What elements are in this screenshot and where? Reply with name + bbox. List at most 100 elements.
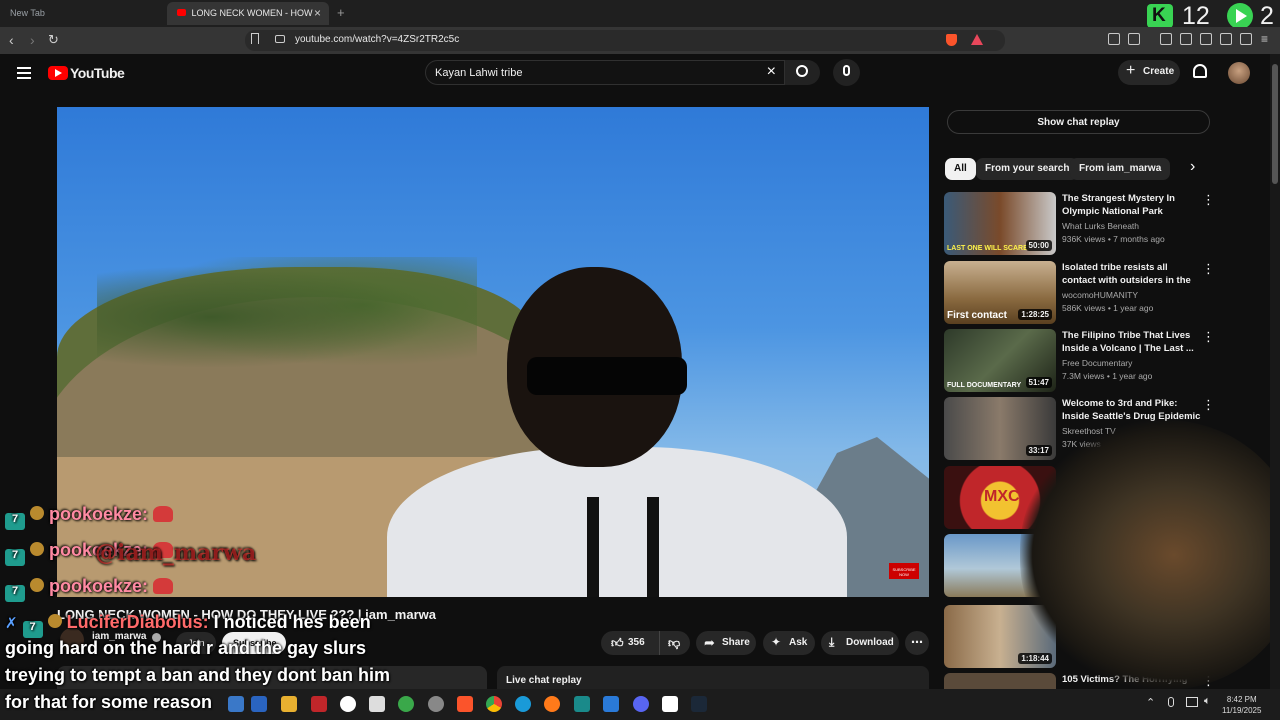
thumbnail-caption: First contact: [947, 310, 1008, 321]
app-icon[interactable]: [251, 696, 267, 712]
chevron-up-icon[interactable]: ⌃: [1146, 696, 1155, 709]
show-chat-replay-button[interactable]: Show chat replay: [947, 110, 1210, 134]
thumbs-down-icon: 👎︎: [668, 636, 681, 650]
url-field[interactable]: youtube.com/watch?v=4ZSr2TR2c5c: [245, 30, 1005, 51]
more-vert-icon[interactable]: ⋮: [1202, 329, 1215, 345]
sub-badge-icon: [30, 506, 45, 520]
share-button[interactable]: ➦ Share: [696, 631, 756, 655]
app-icon[interactable]: [228, 696, 244, 712]
like-button[interactable]: 👍︎ 356: [601, 631, 657, 655]
like-dislike-group: 👍︎ 356 👎︎: [601, 631, 690, 655]
mic-tray-icon[interactable]: [1168, 697, 1174, 707]
file-explorer-icon[interactable]: [281, 696, 297, 712]
edge-icon[interactable]: [515, 696, 531, 712]
extension-icon[interactable]: [1128, 33, 1140, 45]
strap: [587, 497, 599, 597]
video-player[interactable]: SUBSCRIBE NOW: [57, 107, 929, 597]
app-icon[interactable]: [369, 696, 385, 712]
new-tab-icon[interactable]: +: [337, 5, 345, 20]
youtube-wordmark[interactable]: YouTube: [70, 65, 125, 81]
leo-icon[interactable]: [1220, 33, 1232, 45]
thumbnail: FULL DOCUMENTARY 51:47: [944, 329, 1056, 392]
extension-icon[interactable]: [1108, 33, 1120, 45]
chrome-icon[interactable]: [486, 696, 502, 712]
ask-button[interactable]: ✦ Ask: [763, 631, 815, 655]
sub-badge-icon: [30, 542, 45, 556]
chat-message: 7 pookoekze:: [5, 504, 174, 530]
rewards-icon[interactable]: [971, 34, 983, 45]
rec-channel: What Lurks Beneath: [1062, 221, 1140, 231]
download-button[interactable]: ⤓ Download: [821, 631, 899, 655]
plus-icon: +: [1126, 62, 1136, 79]
chip-next-icon[interactable]: ›: [1190, 158, 1195, 176]
avatar[interactable]: [1228, 62, 1250, 84]
thumbnail: First contact 1:28:25: [944, 261, 1056, 324]
tab-new[interactable]: New Tab: [0, 2, 165, 25]
app-icon[interactable]: [662, 696, 678, 712]
tab-youtube[interactable]: LONG NECK WOMEN - HOW ×: [167, 2, 329, 25]
vpn-icon[interactable]: [1240, 33, 1252, 45]
back-icon[interactable]: ‹: [9, 32, 14, 48]
rec-title: Welcome to 3rd and Pike: Inside Seattle'…: [1062, 398, 1201, 422]
steam-icon[interactable]: [691, 696, 707, 712]
recommendation-item[interactable]: LAST ONE WILL SCARE 50:00 The Strangest …: [944, 192, 1215, 256]
taskbar-clock[interactable]: 8:42 PM 11/19/2025: [1222, 694, 1261, 716]
close-tab-icon[interactable]: ×: [314, 6, 321, 20]
chip-all[interactable]: All: [945, 158, 976, 180]
menu-icon[interactable]: [17, 67, 31, 79]
app-icon[interactable]: [340, 696, 356, 712]
page-scrollbar[interactable]: [1270, 54, 1280, 689]
more-vert-icon[interactable]: ⋮: [1202, 397, 1215, 413]
brave-icon[interactable]: [457, 696, 473, 712]
network-icon[interactable]: [1186, 697, 1198, 707]
sidebar-icon[interactable]: [1180, 33, 1192, 45]
share-icon: ➦: [704, 635, 715, 650]
bell-icon[interactable]: [1193, 64, 1207, 78]
app-icon[interactable]: [398, 696, 414, 712]
bookmark-icon[interactable]: [251, 33, 259, 44]
more-vert-icon[interactable]: ⋮: [1202, 261, 1215, 277]
chat-text: for that for some reason: [5, 692, 213, 712]
search-button[interactable]: [785, 60, 820, 85]
brave-shield-icon[interactable]: [946, 34, 957, 46]
reload-icon[interactable]: ↻: [48, 32, 59, 48]
chat-message: ✗ 7 LuciferDiabolus: I noticed hes been: [5, 612, 371, 638]
scrollbar-thumb[interactable]: [1272, 64, 1278, 184]
menu-icon[interactable]: ≡: [1261, 32, 1268, 46]
create-button[interactable]: + Create: [1118, 60, 1180, 85]
subscribe-overlay[interactable]: SUBSCRIBE NOW: [889, 563, 919, 579]
recommendation-item[interactable]: First contact 1:28:25 Isolated tribe res…: [944, 261, 1215, 325]
app-icon[interactable]: [311, 696, 327, 712]
recommendation-item[interactable]: FULL DOCUMENTARY 51:47 The Filipino Trib…: [944, 329, 1215, 393]
forward-icon[interactable]: ›: [30, 32, 35, 48]
counter-right: 2: [1260, 2, 1274, 30]
app-icon[interactable]: [574, 696, 590, 712]
chat-text: I noticed hes been: [213, 612, 371, 632]
music-icon[interactable]: [1160, 33, 1172, 45]
app-icon[interactable]: [428, 696, 444, 712]
chip-from-channel[interactable]: From iam_marwa: [1070, 158, 1171, 180]
chat-text: going hard on the hard r and the gay slu…: [5, 638, 367, 658]
chat-username: pookoekze:: [49, 576, 149, 596]
more-actions-button[interactable]: ⋯: [905, 631, 929, 655]
download-label: Download: [846, 637, 894, 648]
more-vert-icon[interactable]: ⋮: [1202, 192, 1215, 208]
youtube-logo-icon[interactable]: [48, 66, 68, 80]
thumbnail: [944, 673, 1056, 689]
search-input[interactable]: Kayan Lahwi tribe ×: [425, 60, 785, 85]
site-info-icon[interactable]: [275, 35, 285, 43]
volume-icon[interactable]: 🔈︎: [1204, 695, 1211, 708]
dislike-button[interactable]: 👎︎: [659, 631, 690, 655]
share-label: Share: [722, 637, 750, 648]
vscode-icon[interactable]: [603, 696, 619, 712]
streamer: [387, 247, 887, 597]
voice-search-button[interactable]: [833, 59, 860, 86]
wallet-icon[interactable]: [1200, 33, 1212, 45]
url-text: youtube.com/watch?v=4ZSr2TR2c5c: [295, 34, 460, 45]
firefox-icon[interactable]: [544, 696, 560, 712]
clear-search-icon[interactable]: ×: [767, 63, 776, 81]
discord-icon[interactable]: [633, 696, 649, 712]
chip-from-search[interactable]: From your search: [976, 158, 1079, 180]
rec-channel: Free Documentary: [1062, 358, 1133, 368]
duration-badge: 50:00: [1025, 240, 1052, 251]
